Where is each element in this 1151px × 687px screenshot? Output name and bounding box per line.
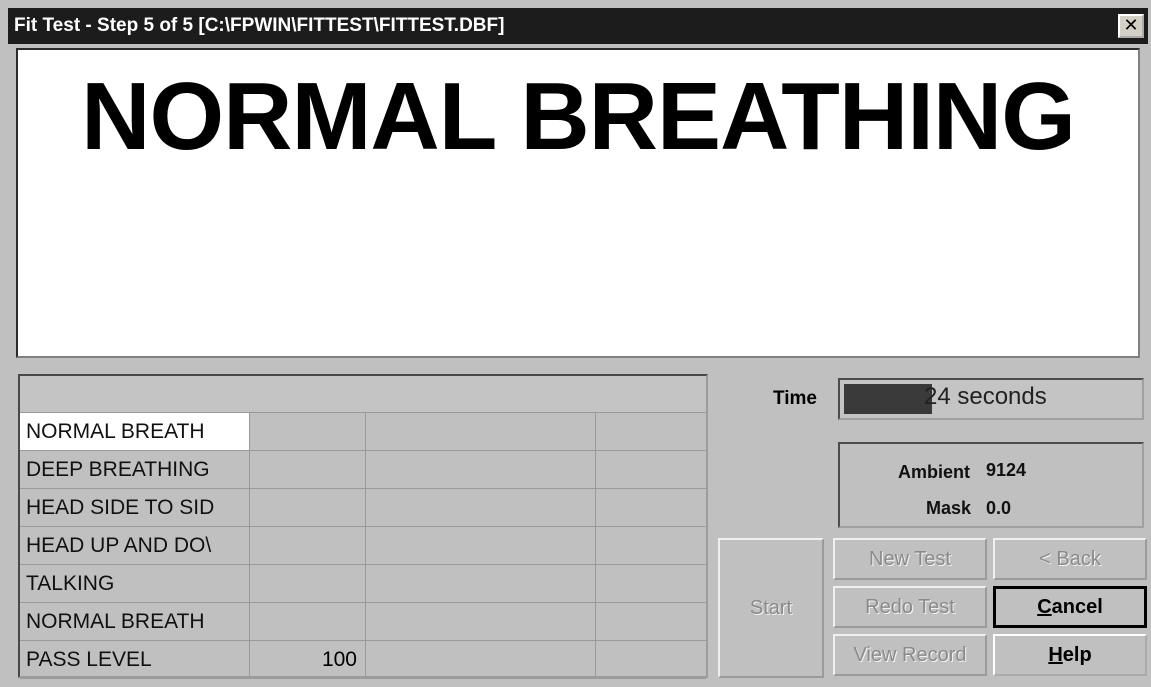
- time-label: Time: [773, 388, 818, 409]
- exercise-value: [250, 565, 366, 602]
- exercise-value: [250, 451, 366, 488]
- back-label: < Back: [1039, 547, 1101, 570]
- grid-cell: [596, 489, 706, 526]
- exercise-label: HEAD UP AND DO\: [20, 527, 250, 564]
- close-button[interactable]: ✕: [1118, 14, 1144, 38]
- readings-panel: Ambient 9124 Mask 0.0: [838, 442, 1144, 528]
- cancel-label: Cancel: [1037, 596, 1103, 619]
- cancel-label-rest: ancel: [1051, 595, 1103, 618]
- exercise-label: TALKING: [20, 565, 250, 602]
- exercise-grid: NORMAL BREATH DEEP BREATHING HEAD SIDE T…: [18, 374, 708, 679]
- table-row[interactable]: TALKING: [20, 565, 706, 603]
- table-row[interactable]: NORMAL BREATH: [20, 413, 706, 451]
- help-button[interactable]: Help: [993, 634, 1147, 676]
- grid-cell: [596, 451, 706, 488]
- mask-value: 0.0: [986, 498, 1012, 518]
- grid-cell: [596, 527, 706, 564]
- grid-cell: [596, 413, 706, 450]
- back-button[interactable]: < Back: [993, 538, 1147, 580]
- exercise-value: [250, 527, 366, 564]
- time-value: 24 seconds: [924, 383, 1047, 410]
- exercise-value: [250, 489, 366, 526]
- view-record-label: View Record: [853, 643, 967, 666]
- exercise-label: NORMAL BREATH: [20, 413, 250, 450]
- help-label-rest: elp: [1062, 643, 1092, 666]
- grid-cell: [596, 603, 706, 640]
- new-test-label: New Test: [869, 547, 951, 570]
- exercise-value: [250, 603, 366, 640]
- grid-cell: [366, 527, 596, 564]
- pass-level-value: 100: [250, 641, 366, 678]
- cancel-accelerator: C: [1037, 595, 1052, 618]
- grid-header: [20, 376, 706, 413]
- grid-cell: [366, 565, 596, 602]
- new-test-button[interactable]: New Test: [833, 538, 987, 580]
- time-progress-bar: [844, 384, 932, 414]
- window-titlebar: Fit Test - Step 5 of 5 [C:\FPWIN\FITTEST…: [8, 8, 1148, 44]
- cancel-button[interactable]: Cancel: [993, 586, 1147, 628]
- start-button[interactable]: Start: [718, 538, 824, 678]
- instruction-panel: NORMAL BREATHING: [16, 48, 1140, 358]
- exercise-value: [250, 413, 366, 450]
- help-label: Help: [1048, 644, 1091, 667]
- table-row[interactable]: NORMAL BREATH: [20, 603, 706, 641]
- redo-test-label: Redo Test: [865, 595, 955, 618]
- table-row[interactable]: DEEP BREATHING: [20, 451, 706, 489]
- time-display: 24 seconds: [838, 378, 1144, 420]
- exercise-label: NORMAL BREATH: [20, 603, 250, 640]
- start-button-label: Start: [749, 596, 793, 619]
- instruction-text: NORMAL BREATHING: [81, 63, 1076, 170]
- window-title: Fit Test - Step 5 of 5 [C:\FPWIN\FITTEST…: [14, 15, 505, 36]
- fit-test-window: NORMAL BREATHING NORMAL BREATH DEEP BREA…: [8, 44, 1148, 684]
- pass-level-row[interactable]: PASS LEVEL 100: [20, 641, 706, 679]
- grid-cell: [366, 641, 596, 678]
- ambient-label: Ambient: [898, 462, 970, 482]
- grid-cell: [366, 603, 596, 640]
- view-record-button[interactable]: View Record: [833, 634, 987, 676]
- exercise-label: HEAD SIDE TO SID: [20, 489, 250, 526]
- redo-test-button[interactable]: Redo Test: [833, 586, 987, 628]
- grid-cell: [366, 489, 596, 526]
- exercise-label: DEEP BREATHING: [20, 451, 250, 488]
- table-row[interactable]: HEAD UP AND DO\: [20, 527, 706, 565]
- ambient-value: 9124: [986, 460, 1027, 480]
- pass-level-label: PASS LEVEL: [20, 641, 250, 678]
- mask-label: Mask: [926, 498, 972, 518]
- grid-cell: [366, 413, 596, 450]
- grid-cell: [596, 641, 706, 678]
- table-row[interactable]: HEAD SIDE TO SID: [20, 489, 706, 527]
- grid-cell: [596, 565, 706, 602]
- grid-cell: [366, 451, 596, 488]
- close-icon: ✕: [1123, 15, 1139, 36]
- help-accelerator: H: [1048, 643, 1063, 666]
